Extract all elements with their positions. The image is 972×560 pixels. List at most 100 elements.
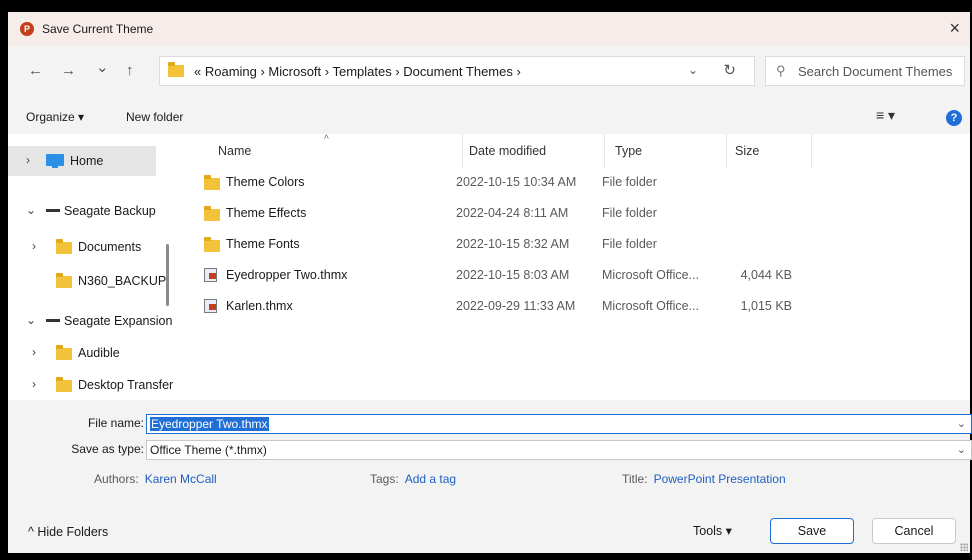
column-header-size-label: Size [735, 144, 760, 158]
file-name: Theme Effects [226, 206, 307, 220]
save-button[interactable]: Save [770, 518, 854, 544]
up-arrow-icon[interactable]: ↑ [126, 62, 134, 79]
chevron-down-icon[interactable]: ⌄ [957, 417, 966, 430]
column-header-size[interactable]: Size [727, 134, 811, 168]
sidebar-item-label: Audible [78, 346, 120, 360]
file-row[interactable]: Theme Colors 2022-10-15 10:34 AM File fo… [190, 168, 810, 196]
tools-menu-button[interactable]: Tools ▾ [693, 523, 732, 538]
organize-button[interactable]: Organize ▾ [26, 110, 84, 124]
resize-grip-icon[interactable] [960, 543, 968, 551]
file-date: 2022-10-15 8:32 AM [456, 237, 570, 251]
sidebar-item-label: Desktop Transfer [78, 378, 174, 392]
chevron-right-icon[interactable]: › [32, 377, 36, 391]
chevron-right-icon[interactable]: › [32, 345, 36, 359]
tags-field: Tags: Add a tag [370, 472, 456, 486]
authors-value[interactable]: Karen McCall [145, 472, 217, 486]
file-list: ^ Name Date modified Type Size Theme Col… [176, 134, 970, 400]
sidebar-item-seagate-backup[interactable]: ⌄ Seagate Backup [8, 196, 156, 226]
search-input[interactable]: Search Document Themes [798, 64, 952, 79]
file-row[interactable]: Theme Effects 2022-04-24 8:11 AM File fo… [190, 199, 810, 227]
column-header-name[interactable]: ^ Name [176, 134, 462, 168]
back-arrow-icon[interactable]: ← [28, 62, 43, 79]
sidebar-item-audible[interactable]: › Audible [8, 338, 156, 368]
navigation-pane: › Home ⌄ Seagate Backup › Documents N360… [8, 134, 176, 400]
column-header-type[interactable]: Type [605, 134, 725, 168]
command-bar: Organize ▾ New folder ≡ ▾ ? [8, 96, 970, 134]
file-size: 1,015 KB [740, 299, 792, 313]
sidebar-scrollbar[interactable] [166, 244, 169, 306]
help-icon[interactable]: ? [946, 110, 962, 126]
column-header-name-label: Name [218, 144, 252, 158]
close-icon[interactable]: × [949, 18, 960, 38]
authors-field: Authors: Karen McCall [94, 472, 217, 486]
file-name: Theme Colors [226, 175, 305, 189]
sidebar-item-label: Seagate Expansion [64, 314, 173, 328]
search-box[interactable]: ⚲ Search Document Themes [765, 56, 965, 86]
title-label: Title: [622, 472, 648, 486]
chevron-right-icon[interactable]: › [32, 239, 36, 253]
sort-ascending-icon: ^ [324, 134, 329, 145]
column-header-type-label: Type [615, 144, 643, 158]
chevron-down-icon[interactable]: ⌄ [688, 63, 698, 77]
folder-icon [204, 237, 220, 252]
sidebar-item-n360-backup[interactable]: N360_BACKUP [8, 266, 166, 296]
new-folder-button[interactable]: New folder [126, 110, 183, 124]
file-row[interactable]: Theme Fonts 2022-10-15 8:32 AM File fold… [190, 230, 810, 258]
file-row[interactable]: Karlen.thmx 2022-09-29 11:33 AM Microsof… [190, 292, 810, 320]
hide-folders-button[interactable]: ^ Hide Folders [28, 525, 108, 539]
chevron-down-icon[interactable]: ⌄ [26, 313, 36, 327]
tags-label: Tags: [370, 472, 399, 486]
drive-icon [46, 319, 60, 322]
sidebar-item-label: Documents [78, 240, 142, 254]
file-type: File folder [602, 237, 657, 251]
cancel-button[interactable]: Cancel [872, 518, 956, 544]
authors-label: Authors: [94, 472, 139, 486]
file-name: Karlen.thmx [226, 299, 293, 313]
view-options-icon[interactable]: ≡ ▾ [876, 107, 895, 124]
sidebar-item-label: N360_BACKUP [78, 274, 167, 288]
column-header-date[interactable]: Date modified [463, 134, 603, 168]
sidebar-item-seagate-expansion[interactable]: ⌄ Seagate Expansion [8, 306, 172, 336]
file-date: 2022-09-29 11:33 AM [456, 299, 576, 313]
savetype-label: Save as type: [71, 442, 144, 456]
chevron-down-icon[interactable]: ⌄ [957, 443, 966, 456]
file-size: 4,044 KB [740, 268, 792, 282]
file-type: Microsoft Office... [602, 268, 700, 282]
chevron-down-icon[interactable]: ⌄ [26, 203, 36, 217]
file-type: Microsoft Office... [602, 299, 700, 313]
dialog-title: Save Current Theme [42, 22, 154, 36]
title-bar: P Save Current Theme × [8, 12, 970, 46]
forward-arrow-icon[interactable]: → [61, 62, 76, 79]
sidebar-item-desktop-transfer[interactable]: › Desktop Transfer [8, 370, 173, 400]
file-type: File folder [602, 175, 657, 189]
tags-value[interactable]: Add a tag [405, 472, 456, 486]
recent-locations-icon[interactable]: ⌄ [96, 58, 109, 76]
savetype-select[interactable]: Office Theme (*.thmx) ⌄ [146, 440, 972, 460]
folder-icon [56, 345, 72, 360]
folder-icon [56, 377, 72, 392]
title-value[interactable]: PowerPoint Presentation [654, 472, 786, 486]
sidebar-item-documents[interactable]: › Documents [8, 232, 156, 262]
savetype-value: Office Theme (*.thmx) [150, 443, 267, 457]
filename-value: Eyedropper Two.thmx [150, 417, 269, 431]
sidebar-item-label: Seagate Backup [64, 204, 156, 218]
file-row[interactable]: Eyedropper Two.thmx 2022-10-15 8:03 AM M… [190, 261, 810, 289]
folder-icon [168, 62, 184, 77]
file-date: 2022-04-24 8:11 AM [456, 206, 569, 220]
breadcrumb[interactable]: « Roaming › Microsoft › Templates › Docu… [194, 64, 521, 79]
file-date: 2022-10-15 10:34 AM [456, 175, 577, 189]
refresh-icon[interactable]: ↻ [723, 61, 736, 79]
chevron-right-icon[interactable]: › [26, 153, 30, 167]
search-icon: ⚲ [776, 63, 786, 78]
address-bar[interactable]: « Roaming › Microsoft › Templates › Docu… [159, 56, 755, 86]
folder-icon [204, 206, 220, 221]
sidebar-item-home[interactable]: › Home [8, 146, 156, 176]
powerpoint-icon: P [20, 22, 34, 36]
file-date: 2022-10-15 8:03 AM [456, 268, 570, 282]
file-name: Theme Fonts [226, 237, 300, 251]
sidebar-item-label: Home [70, 154, 104, 168]
drive-icon [46, 209, 60, 212]
file-type: File folder [602, 206, 657, 220]
column-divider[interactable] [811, 134, 812, 168]
filename-field[interactable]: Eyedropper Two.thmx ⌄ [146, 414, 972, 434]
